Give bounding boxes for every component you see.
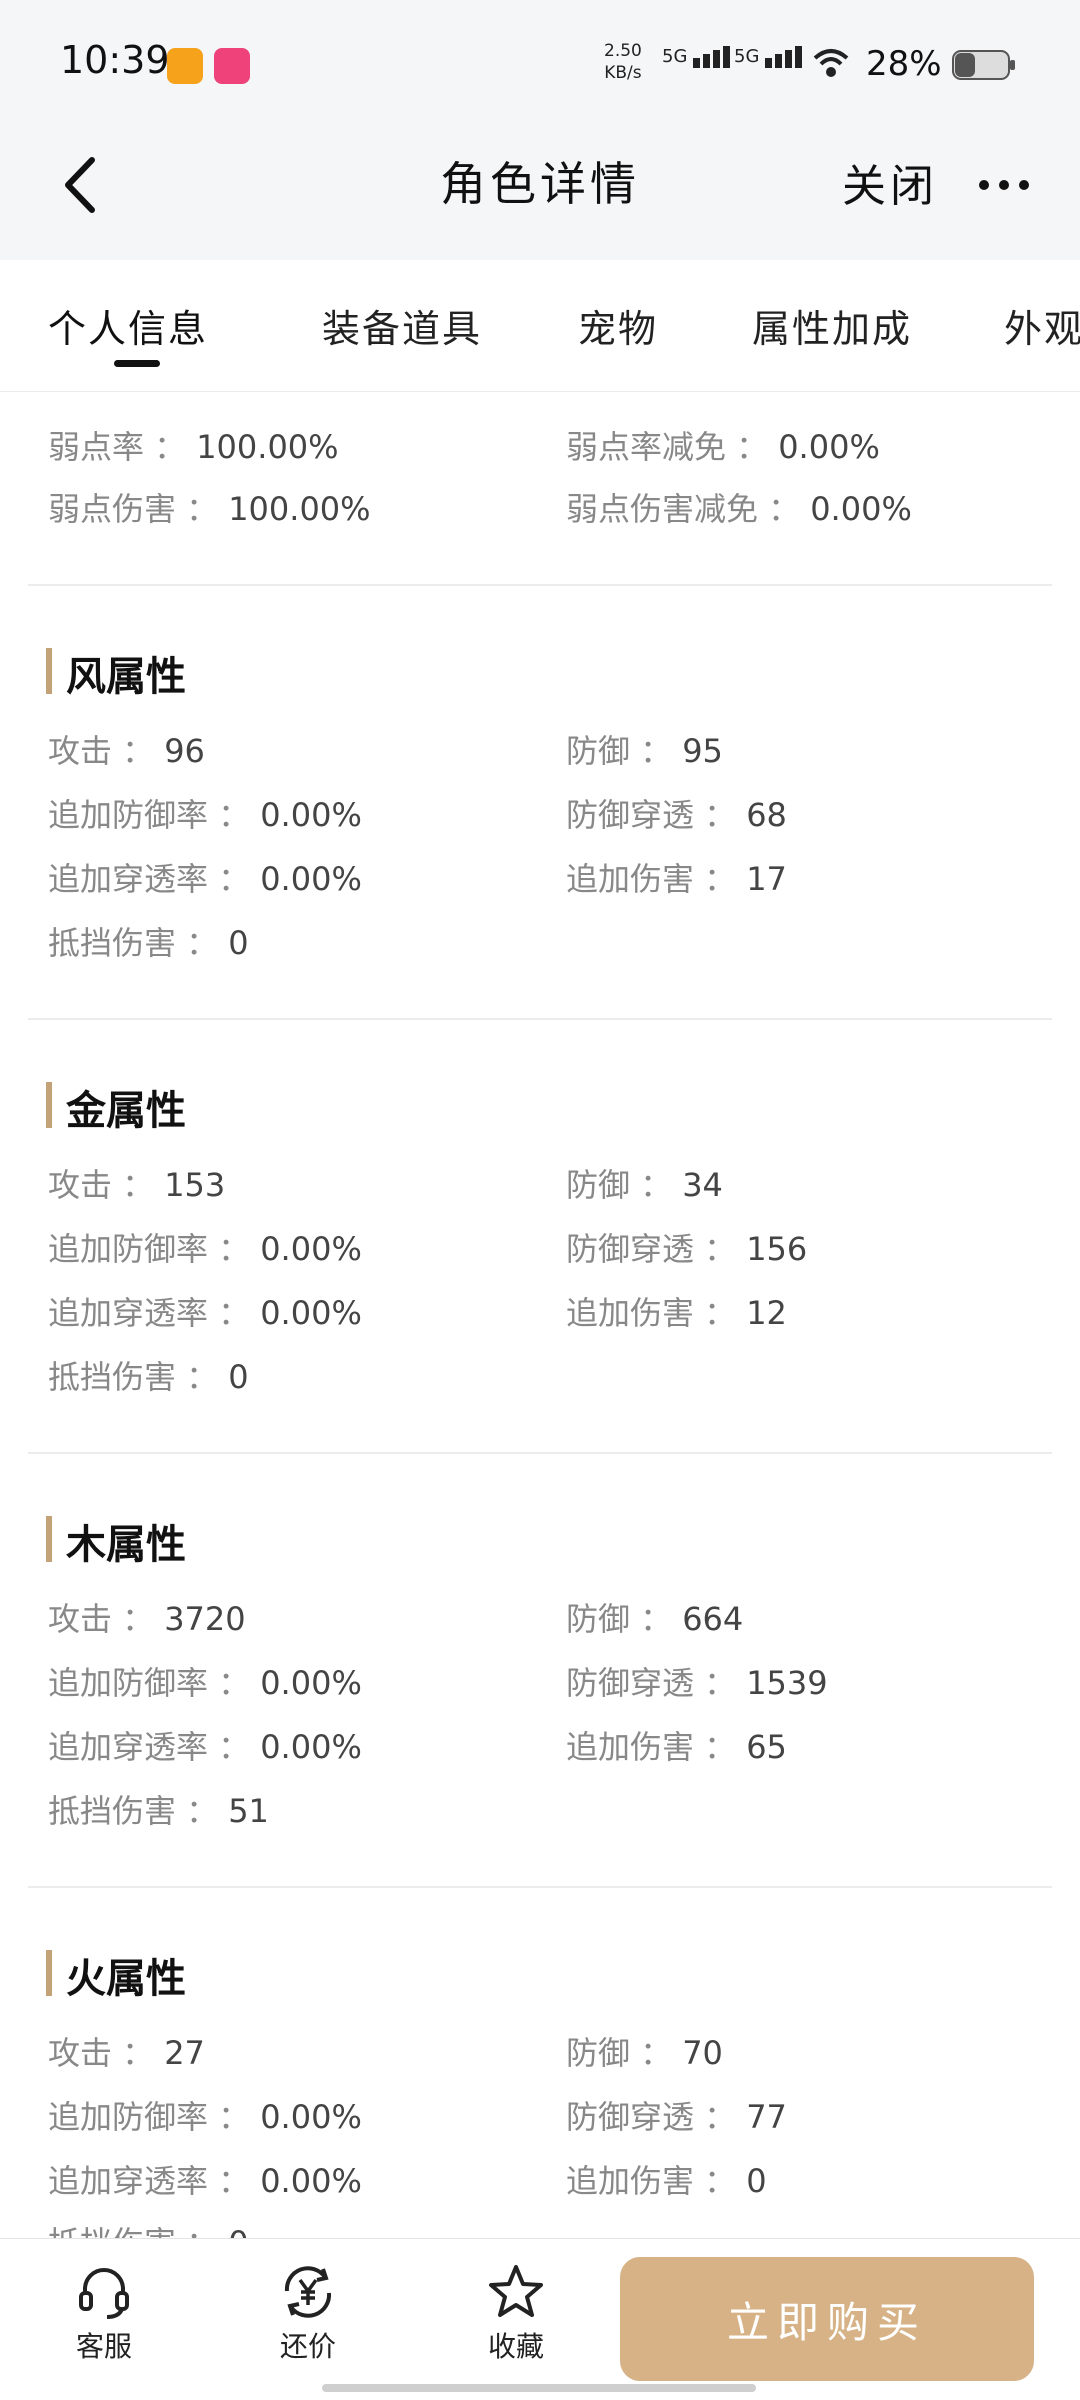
divider	[28, 1886, 1052, 1888]
stat-row: 防御 ： 34	[566, 1166, 723, 1204]
stat-row: 追加防御率 ： 0.00%	[48, 1230, 362, 1268]
stat-row: 追加穿透率 ： 0.00%	[48, 860, 362, 898]
stat-row: 抵挡伤害 ：0	[48, 924, 249, 962]
favorite-label: 收藏	[487, 2330, 544, 2363]
section-title-fire: 火属性	[46, 1946, 186, 2004]
status-bar: 10:39 2.50 KB/s 5G 5G 28%	[0, 0, 1080, 130]
customer-service-label: 客服	[75, 2330, 132, 2363]
stat-row: 攻击 ： 153	[48, 1166, 226, 1204]
section-title-metal: 金属性	[46, 1078, 186, 1136]
stat-row: 防御穿透 ： 1539	[566, 1664, 828, 1702]
divider	[28, 1452, 1052, 1454]
home-indicator[interactable]	[322, 2384, 756, 2392]
bargain-label: 还价	[279, 2330, 336, 2363]
bargain-button[interactable]: 还价	[248, 2261, 368, 2365]
divider	[28, 584, 1052, 586]
stat-row: 弱点伤害减免 ： 0.00%	[566, 490, 912, 528]
star-icon	[489, 2265, 543, 2317]
notification-app-icon	[167, 48, 203, 84]
signal-icon: 5G	[662, 44, 741, 68]
stat-row: 防御 ： 95	[566, 732, 723, 770]
customer-service-button[interactable]: 客服	[44, 2261, 164, 2365]
stat-row: 防御 ： 664	[566, 1600, 744, 1638]
close-button[interactable]: 关闭	[842, 150, 938, 214]
nav-bar: 角色详情 关闭	[0, 130, 1080, 260]
buy-now-button[interactable]: 立即购买	[620, 2257, 1034, 2381]
stat-row: 弱点率减免 ： 0.00%	[566, 428, 880, 466]
stat-row: 追加穿透率 ： 0.00%	[48, 1728, 362, 1766]
stat-row: 攻击 ： 3720	[48, 1600, 246, 1638]
network-speed: 2.50 KB/s	[604, 41, 642, 83]
stat-row: 攻击 ： 96	[48, 732, 205, 770]
stat-row: 追加伤害 ： 0	[566, 2162, 767, 2200]
section-title-wood: 木属性	[46, 1512, 186, 1570]
stat-row: 弱点率 ： 100.00%	[48, 428, 339, 466]
yen-cycle-icon	[284, 2266, 332, 2318]
tab-attribute-bonus[interactable]: 属性加成	[752, 298, 912, 353]
tab-equipment[interactable]: 装备道具	[322, 298, 482, 353]
stat-row: 追加伤害 ： 65	[566, 1728, 787, 1766]
status-time: 10:39	[60, 38, 170, 82]
headset-icon	[79, 2268, 129, 2319]
battery-percent: 28%	[866, 44, 942, 84]
section-title-wind: 风属性	[46, 644, 186, 702]
active-tab-indicator	[114, 360, 160, 367]
stat-row: 追加穿透率 ： 0.00%	[48, 1294, 362, 1332]
attribute-list[interactable]: 弱点率 ： 100.00% 弱点率减免 ： 0.00% 弱点伤害 ： 100.00% …	[0, 392, 1080, 2238]
tab-pets[interactable]: 宠物	[578, 298, 658, 353]
signal-icon-2: 5G	[734, 44, 813, 68]
stat-row: 追加伤害 ： 17	[566, 860, 787, 898]
favorite-button[interactable]: 收藏	[456, 2261, 576, 2365]
tab-appearance[interactable]: 外观	[1004, 298, 1080, 353]
bottom-action-bar: 客服 还价 收藏 立即购买	[0, 2238, 1080, 2400]
bilibili-app-icon	[214, 48, 250, 84]
stat-row: 追加穿透率 ： 0.00%	[48, 2162, 362, 2200]
stat-row: 攻击 ： 27	[48, 2034, 205, 2072]
stat-row: 防御 ： 70	[566, 2034, 723, 2072]
stat-row: 追加防御率 ： 0.00%	[48, 2098, 362, 2136]
stat-row: 追加防御率 ： 0.00%	[48, 1664, 362, 1702]
divider	[28, 1018, 1052, 1020]
stat-row: 追加伤害 ： 12	[566, 1294, 787, 1332]
stat-row: 弱点伤害 ： 100.00%	[48, 490, 371, 528]
stat-row: 抵挡伤害 ：0	[48, 2218, 249, 2238]
stat-row: 防御穿透 ： 77	[566, 2098, 787, 2136]
stat-row: 防御穿透 ： 68	[566, 796, 787, 834]
battery-icon	[952, 50, 1015, 80]
tab-personal-info[interactable]: 个人信息	[48, 298, 208, 353]
role-detail-page: 10:39 2.50 KB/s 5G 5G 28% 角色详情 关闭 个人信息 装…	[0, 0, 1080, 2400]
stat-row: 抵挡伤害 ：0	[48, 1358, 249, 1396]
more-options-icon[interactable]	[976, 170, 1032, 200]
stat-row: 追加防御率 ： 0.00%	[48, 796, 362, 834]
wifi-icon	[813, 49, 849, 77]
stat-row: 抵挡伤害 ： 51	[48, 1792, 269, 1830]
tab-bar: 个人信息 装备道具 宠物 属性加成 外观	[0, 260, 1080, 392]
stat-row: 防御穿透 ： 156	[566, 1230, 808, 1268]
